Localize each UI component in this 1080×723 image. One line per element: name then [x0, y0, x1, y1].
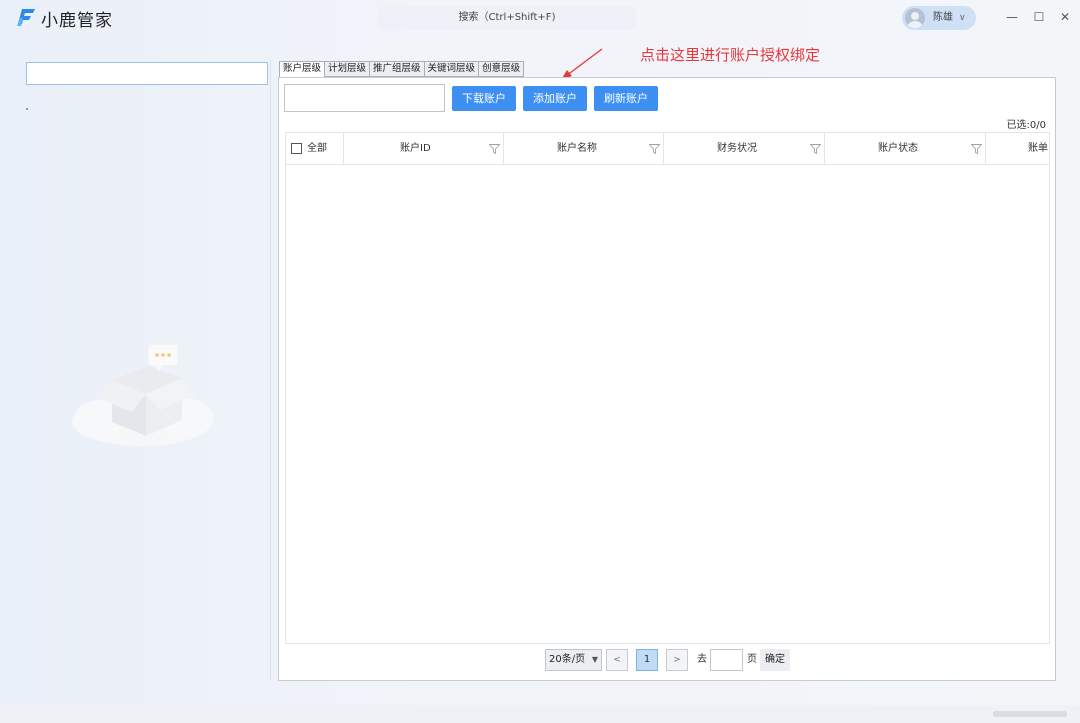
user-menu[interactable]: 陈雄 ∨: [902, 6, 976, 30]
tab-adgroup-level[interactable]: 推广组层级: [370, 61, 425, 77]
account-search-input[interactable]: [26, 62, 268, 85]
prev-page-button[interactable]: <: [606, 649, 628, 671]
column-select-all: 全部: [286, 133, 344, 165]
level-tabs: 账户层级 计划层级 推广组层级 关键词层级 创意层级: [279, 61, 525, 78]
column-bill[interactable]: 账单: [986, 133, 1049, 165]
confirm-page-button[interactable]: 确定: [760, 649, 790, 671]
tab-plan-level[interactable]: 计划层级: [325, 61, 371, 77]
close-button[interactable]: ✕: [1057, 8, 1073, 26]
horizontal-scrollbar[interactable]: [993, 711, 1067, 717]
column-account-status[interactable]: 账户状态: [825, 133, 986, 165]
filter-input[interactable]: [284, 84, 445, 112]
goto-page-input[interactable]: [710, 649, 743, 671]
global-search-box[interactable]: 搜索（Ctrl+Shift+F): [378, 6, 636, 30]
tab-account-level[interactable]: 账户层级: [279, 61, 326, 78]
download-account-button[interactable]: 下载账户: [452, 86, 516, 111]
goto-prefix: 去: [697, 654, 707, 665]
selected-count: 已选:0/0: [1006, 120, 1046, 131]
page-1-button[interactable]: 1: [636, 649, 658, 671]
filter-icon[interactable]: [649, 144, 660, 154]
refresh-account-button[interactable]: 刷新账户: [594, 86, 658, 111]
column-label: 全部: [307, 143, 327, 154]
chevron-down-icon: ▼: [591, 655, 598, 664]
filter-icon[interactable]: [810, 144, 821, 154]
filter-icon[interactable]: [971, 144, 982, 154]
panel-divider[interactable]: [270, 60, 271, 680]
app-logo-icon: [17, 9, 35, 26]
filter-icon[interactable]: [489, 144, 500, 154]
table-header: 全部 账户ID 账户名称 财务状况 账户状态 账单: [286, 133, 1049, 165]
column-account-name[interactable]: 账户名称: [504, 133, 664, 165]
page-size-value: 20条/页: [549, 654, 586, 665]
add-account-button[interactable]: 添加账户: [523, 86, 587, 111]
status-bar: [0, 705, 1080, 723]
maximize-button[interactable]: ☐: [1031, 8, 1047, 26]
select-all-checkbox[interactable]: [291, 143, 302, 154]
account-panel: 下载账户 添加账户 刷新账户 已选:0/0 全部 账户ID 账户名称 财务状况 …: [278, 77, 1056, 681]
user-name: 陈雄: [933, 12, 953, 23]
column-label: 账户ID: [400, 143, 431, 154]
column-account-id[interactable]: 账户ID: [344, 133, 504, 165]
tab-keyword-level[interactable]: 关键词层级: [424, 61, 480, 77]
account-table: 全部 账户ID 账户名称 财务状况 账户状态 账单: [285, 132, 1050, 644]
annotation-text: 点击这里进行账户授权绑定: [640, 46, 821, 64]
next-page-button[interactable]: >: [666, 649, 688, 671]
tab-creative-level[interactable]: 创意层级: [479, 61, 525, 77]
chevron-down-icon: ∨: [959, 13, 966, 23]
divider-dot: [26, 108, 28, 110]
avatar: [905, 8, 925, 28]
minimize-button[interactable]: —: [1004, 8, 1020, 26]
app-title: 小鹿管家: [41, 11, 113, 31]
column-label: 账户名称: [557, 143, 597, 154]
column-label: 财务状况: [717, 143, 757, 154]
page-size-select[interactable]: 20条/页 ▼: [545, 649, 602, 671]
column-label: 账户状态: [878, 143, 918, 154]
goto-suffix: 页: [747, 654, 757, 665]
column-finance-status[interactable]: 财务状况: [664, 133, 825, 165]
empty-box-icon: [72, 343, 213, 446]
column-label: 账单: [1028, 143, 1048, 154]
